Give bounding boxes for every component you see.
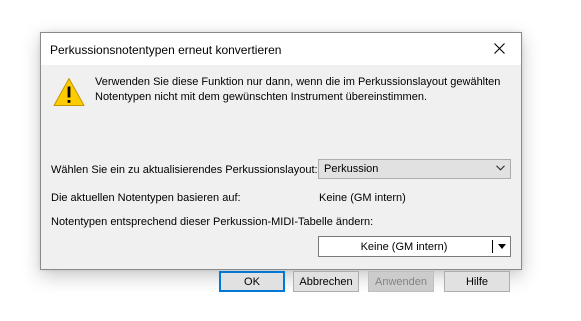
title-bar: Perkussionsnotentypen erneut konvertiere…	[41, 33, 521, 65]
dropdown-arrow-icon[interactable]	[498, 244, 506, 249]
help-button[interactable]: Hilfe	[444, 271, 510, 292]
midi-table-label: Notentypen entsprechend dieser Perkussio…	[51, 216, 374, 228]
apply-button[interactable]: Anwenden	[368, 271, 434, 292]
midi-table-select-value: Keine (GM intern)	[360, 241, 448, 253]
chevron-down-icon	[496, 165, 505, 171]
based-on-value: Keine (GM intern)	[319, 192, 406, 204]
layout-select[interactable]: Perkussion	[318, 159, 511, 179]
dialog: Perkussionsnotentypen erneut konvertiere…	[40, 32, 522, 292]
close-button[interactable]	[477, 33, 521, 63]
midi-table-select[interactable]: Keine (GM intern)	[318, 236, 511, 257]
layout-label: Wählen Sie ein zu aktualisierendes Perku…	[51, 164, 318, 176]
warning-message: Verwenden Sie diese Funktion nur dann, w…	[95, 76, 501, 103]
warning-icon	[53, 78, 85, 106]
cancel-button[interactable]: Abbrechen	[293, 271, 359, 292]
based-on-label: Die aktuellen Notentypen basieren auf:	[51, 192, 241, 204]
dialog-content: Verwenden Sie diese Funktion nur dann, w…	[41, 65, 521, 292]
dialog-title: Perkussionsnotentypen erneut konvertiere…	[50, 43, 282, 57]
dropdown-separator	[492, 240, 493, 253]
ok-button[interactable]: OK	[219, 271, 285, 292]
layout-select-value: Perkussion	[324, 163, 379, 175]
close-icon	[493, 42, 505, 54]
